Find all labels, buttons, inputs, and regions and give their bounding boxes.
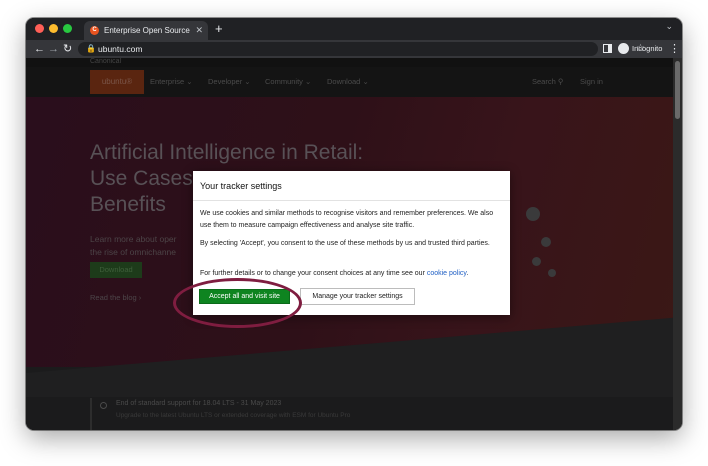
- hero-title-line: Artificial Intelligence in Retail:: [90, 141, 364, 164]
- url-text: ubuntu.com: [98, 44, 143, 54]
- back-icon[interactable]: ←: [34, 41, 45, 57]
- incognito-label: Incognito: [632, 44, 663, 53]
- support-notice: End of standard support for 18.04 LTS - …: [90, 398, 630, 430]
- browser-menu-icon[interactable]: ⋮: [669, 41, 680, 57]
- hero-illustration-dot: [548, 269, 556, 277]
- scrollbar-thumb[interactable]: [675, 61, 680, 119]
- nav-download[interactable]: Download ⌄: [327, 67, 369, 97]
- dialog-text: For further details or to change your co…: [200, 270, 427, 277]
- dialog-header: Your tracker settings: [193, 171, 510, 201]
- hero-download-button[interactable]: Download: [90, 262, 142, 278]
- tab-search-icon[interactable]: ⌄: [665, 21, 673, 32]
- incognito-icon: [618, 43, 629, 54]
- lock-icon[interactable]: 🔒: [86, 42, 96, 56]
- canonical-link[interactable]: Canonical: [90, 58, 121, 66]
- dialog-paragraph: We use cookies and similar methods to re…: [200, 210, 494, 229]
- address-bar[interactable]: 🔒 ubuntu.com ☆: [78, 42, 645, 56]
- hero-subtitle-line: Learn more about oper: [90, 234, 177, 244]
- close-tab-icon[interactable]: ✕: [195, 21, 203, 40]
- forward-icon[interactable]: →: [48, 41, 59, 57]
- canonical-strip: Canonical: [26, 58, 682, 67]
- hero-illustration-dot: [526, 207, 540, 221]
- info-icon: [100, 402, 107, 409]
- reload-icon[interactable]: ↻: [63, 41, 72, 57]
- ubuntu-logo[interactable]: ubuntu®: [90, 70, 144, 94]
- tracker-settings-dialog: Your tracker settings We use cookies and…: [193, 171, 510, 315]
- nav-enterprise[interactable]: Enterprise ⌄: [150, 67, 193, 97]
- ubuntu-favicon-icon: C: [90, 26, 99, 35]
- maximize-window-button[interactable]: [63, 24, 72, 33]
- hero-illustration-dot: [541, 237, 551, 247]
- tab-title: Enterprise Open Source and L: [104, 26, 192, 35]
- manage-trackers-button[interactable]: Manage your tracker settings: [300, 288, 415, 305]
- browser-tab[interactable]: C Enterprise Open Source and L ✕: [84, 21, 208, 40]
- close-window-button[interactable]: [35, 24, 44, 33]
- hero-bottom-shape: [26, 317, 682, 397]
- hero-blog-link[interactable]: Read the blog ›: [90, 293, 141, 302]
- hero-illustration-dot: [532, 257, 541, 266]
- dialog-paragraph: By selecting 'Accept', you consent to th…: [200, 240, 490, 247]
- site-navbar: ubuntu® Enterprise ⌄ Developer ⌄ Communi…: [26, 67, 682, 97]
- browser-toolbar: ← → ↻ 🔒 ubuntu.com ☆ Incognito ⋮: [26, 40, 682, 58]
- notice-title: End of standard support for 18.04 LTS - …: [116, 400, 282, 407]
- new-tab-button[interactable]: +: [215, 20, 223, 38]
- nav-search[interactable]: Search ⚲: [532, 67, 563, 97]
- nav-sign-in[interactable]: Sign in: [580, 67, 603, 97]
- minimize-window-button[interactable]: [49, 24, 58, 33]
- nav-community[interactable]: Community ⌄: [265, 67, 311, 97]
- dialog-paragraph: For further details or to change your co…: [200, 268, 503, 280]
- hero-subtitle-line: the rise of omnichanne: [90, 247, 176, 257]
- notice-text[interactable]: Upgrade to the latest Ubuntu LTS or exte…: [116, 412, 350, 419]
- accept-all-button[interactable]: Accept all and visit site: [199, 289, 290, 304]
- page-scrollbar[interactable]: [673, 58, 682, 430]
- cookie-policy-link[interactable]: cookie policy: [427, 270, 467, 277]
- dialog-text: .: [466, 270, 469, 277]
- title-bar: C Enterprise Open Source and L ✕ + ⌄: [26, 18, 682, 40]
- nav-developer[interactable]: Developer ⌄: [208, 67, 251, 97]
- hero-subtitle: Learn more about oper the rise of omnich…: [90, 233, 210, 259]
- side-panel-icon[interactable]: [603, 44, 612, 53]
- dialog-title: Your tracker settings: [200, 181, 282, 191]
